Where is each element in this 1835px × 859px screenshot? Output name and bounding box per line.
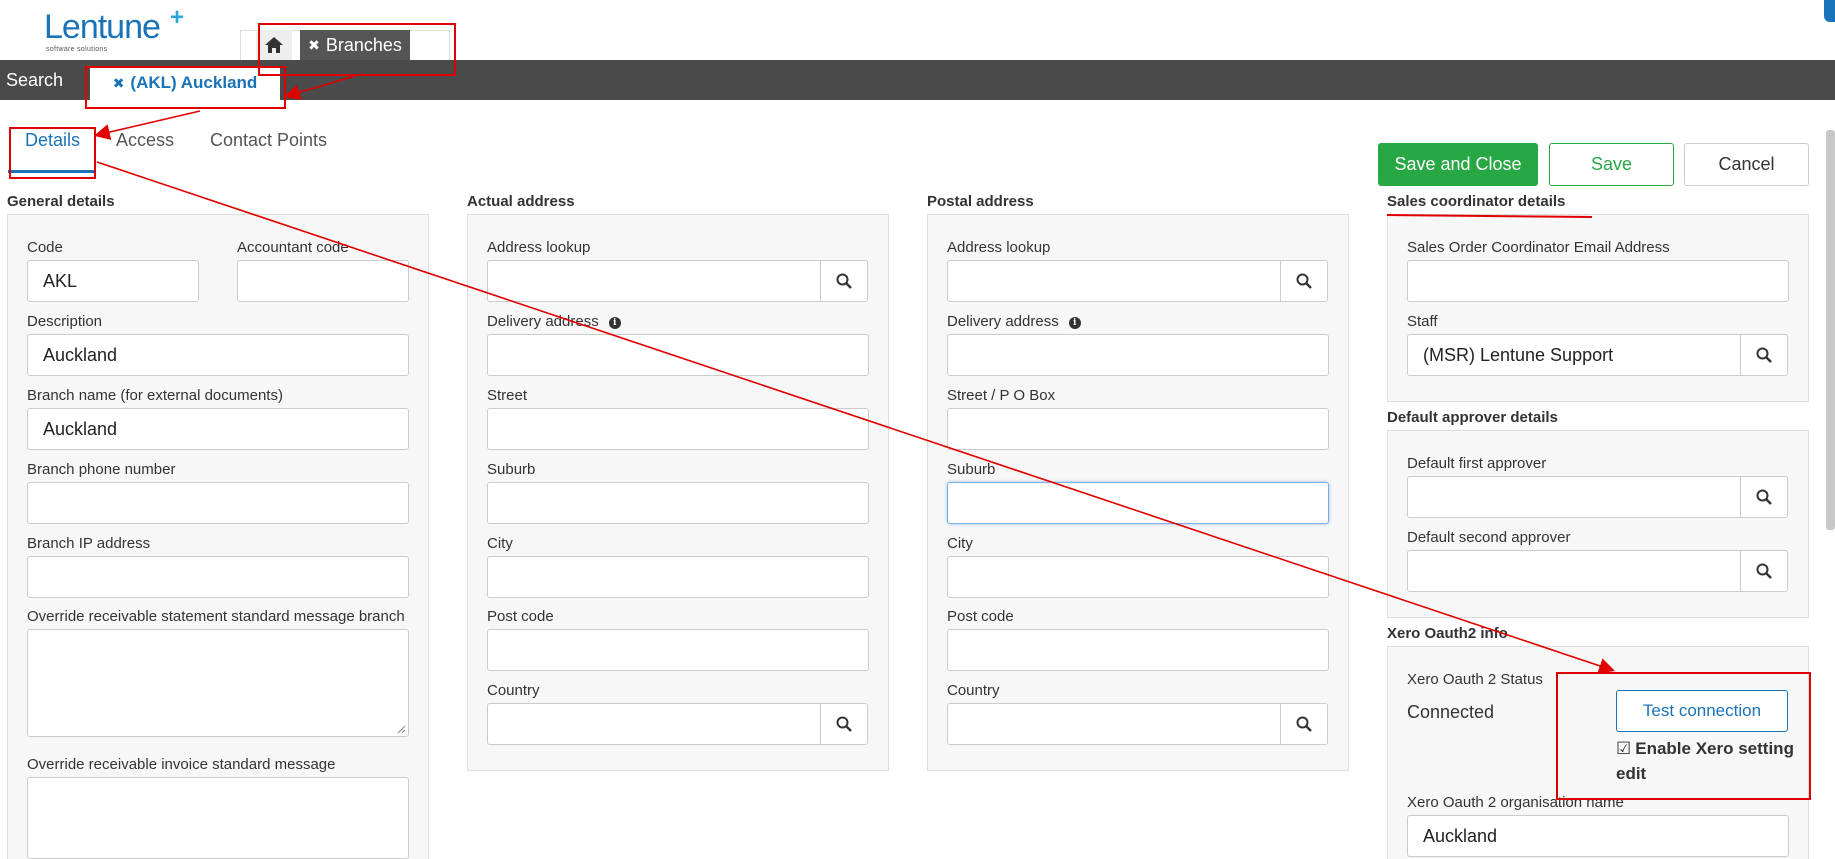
tab-access[interactable]: Access — [116, 130, 174, 151]
second-approver-input[interactable] — [1407, 550, 1741, 592]
actual-city-label: City — [487, 535, 513, 552]
actual-delivery-input[interactable] — [487, 334, 869, 376]
postal-delivery-label-text: Delivery address — [947, 313, 1059, 330]
annotation-box-open-tab — [85, 66, 286, 109]
override-invoice-textarea[interactable] — [27, 777, 409, 859]
search-icon — [836, 273, 852, 289]
lentune-logo: Lentune + software solutions — [44, 4, 194, 53]
staff-search-button[interactable] — [1740, 334, 1788, 376]
actual-suburb-input[interactable] — [487, 482, 869, 524]
xero-title: Xero Oauth2 info — [1387, 625, 1508, 642]
staff-input[interactable]: (MSR) Lentune Support — [1407, 334, 1741, 376]
xero-status-value: Connected — [1407, 702, 1495, 722]
postal-city-label: City — [947, 535, 973, 552]
postal-city-input[interactable] — [947, 556, 1329, 598]
annotation-box-branches — [258, 23, 456, 76]
corner-badge — [1824, 0, 1835, 22]
save-button[interactable]: Save — [1549, 143, 1674, 186]
override-statement-label: Override receivable statement standard m… — [27, 608, 405, 625]
actual-delivery-label-text: Delivery address — [487, 313, 599, 330]
search-icon — [1756, 347, 1772, 363]
branch-phone-label: Branch phone number — [27, 461, 176, 478]
staff-label: Staff — [1407, 313, 1438, 330]
actual-postcode-input[interactable] — [487, 629, 869, 671]
logo-plus: + — [170, 4, 185, 31]
sales-coordinator-title: Sales coordinator details — [1387, 193, 1566, 210]
code-input[interactable]: AKL — [27, 260, 199, 302]
postal-suburb-label: Suburb — [947, 461, 996, 478]
xero-org-input[interactable]: Auckland — [1407, 815, 1789, 857]
branch-name-label: Branch name (for external documents) — [27, 387, 283, 404]
code-label: Code — [27, 239, 63, 256]
postal-delivery-input[interactable] — [947, 334, 1329, 376]
logo-subtitle: software solutions — [46, 46, 108, 53]
actual-lookup-label: Address lookup — [487, 239, 591, 256]
postal-postcode-label: Post code — [947, 608, 1014, 625]
postal-lookup-label: Address lookup — [947, 239, 1051, 256]
actual-country-input[interactable] — [487, 703, 821, 745]
search-icon — [836, 716, 852, 732]
postal-address-title: Postal address — [927, 193, 1034, 210]
first-approver-search-button[interactable] — [1740, 476, 1788, 518]
postal-street-label: Street / P O Box — [947, 387, 1056, 404]
description-label: Description — [27, 313, 103, 330]
branch-phone-input[interactable] — [27, 482, 409, 524]
override-invoice-label: Override receivable invoice standard mes… — [27, 756, 336, 773]
coordinator-email-input[interactable] — [1407, 260, 1789, 302]
postal-street-input[interactable] — [947, 408, 1329, 450]
general-details-title: General details — [7, 193, 115, 210]
actual-address-title: Actual address — [467, 193, 575, 210]
search-icon — [1296, 716, 1312, 732]
actual-postcode-label: Post code — [487, 608, 554, 625]
actual-country-search-button[interactable] — [820, 703, 868, 745]
actual-lookup-input[interactable] — [487, 260, 821, 302]
description-input[interactable]: Auckland — [27, 334, 409, 376]
coordinator-email-label: Sales Order Coordinator Email Address — [1407, 239, 1670, 256]
search-icon — [1756, 563, 1772, 579]
vertical-scrollbar[interactable] — [1826, 130, 1835, 530]
branch-ip-label: Branch IP address — [27, 535, 151, 552]
first-approver-input[interactable] — [1407, 476, 1741, 518]
first-approver-label: Default first approver — [1407, 455, 1547, 472]
resize-handle-icon[interactable] — [396, 724, 406, 734]
postal-lookup-search-button[interactable] — [1280, 260, 1328, 302]
actual-lookup-search-button[interactable] — [820, 260, 868, 302]
logo-text: Lentune — [44, 8, 161, 46]
branch-ip-input[interactable] — [27, 556, 409, 598]
postal-country-label: Country — [947, 682, 1000, 699]
second-approver-search-button[interactable] — [1740, 550, 1788, 592]
accountant-code-input[interactable] — [237, 260, 409, 302]
approver-title: Default approver details — [1387, 409, 1558, 426]
annotation-box-details-tab — [9, 127, 96, 179]
postal-delivery-label: Delivery address i — [947, 313, 1081, 330]
info-icon[interactable]: i — [1068, 317, 1081, 329]
postal-country-input[interactable] — [947, 703, 1281, 745]
tab-contact-points[interactable]: Contact Points — [210, 130, 327, 151]
actual-delivery-label: Delivery address i — [487, 313, 621, 330]
cancel-button[interactable]: Cancel — [1684, 143, 1809, 186]
postal-country-search-button[interactable] — [1280, 703, 1328, 745]
info-icon[interactable]: i — [608, 317, 621, 329]
override-statement-textarea[interactable] — [27, 629, 409, 737]
postal-lookup-input[interactable] — [947, 260, 1281, 302]
annotation-box-xero — [1556, 672, 1811, 800]
search-icon — [1756, 489, 1772, 505]
actual-street-label: Street — [487, 387, 528, 404]
xero-status-label: Xero Oauth 2 Status — [1407, 671, 1543, 688]
postal-suburb-input[interactable] — [947, 482, 1329, 524]
search-icon — [1296, 273, 1312, 289]
branch-name-input[interactable]: Auckland — [27, 408, 409, 450]
actual-suburb-label: Suburb — [487, 461, 536, 478]
actual-country-label: Country — [487, 682, 540, 699]
actual-city-input[interactable] — [487, 556, 869, 598]
actual-street-input[interactable] — [487, 408, 869, 450]
accountant-code-label: Accountant code — [237, 239, 349, 256]
postal-postcode-input[interactable] — [947, 629, 1329, 671]
nav-search[interactable]: Search — [6, 60, 63, 100]
second-approver-label: Default second approver — [1407, 529, 1571, 546]
save-and-close-button[interactable]: Save and Close — [1378, 143, 1538, 186]
